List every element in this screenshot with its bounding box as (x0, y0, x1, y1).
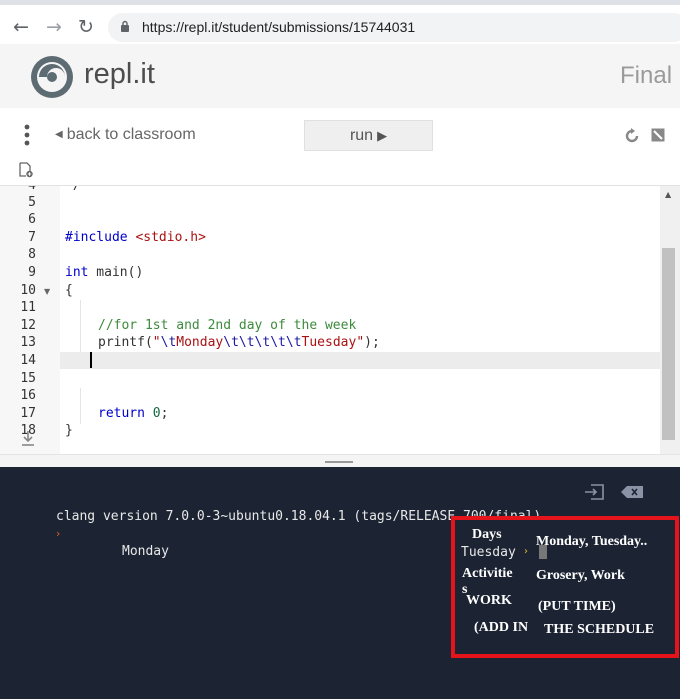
line-number: 8 (28, 247, 36, 262)
page-heading: Final P (620, 62, 680, 89)
back-to-classroom-link[interactable]: ◀ back to classroom (55, 126, 196, 144)
line-number: 13 (20, 335, 36, 350)
code-line: return 0; (98, 406, 169, 421)
replit-logo-icon[interactable] (29, 54, 75, 100)
play-icon: ▶ (377, 128, 388, 143)
lock-icon (121, 20, 129, 32)
schedule-overlay-box: Days Tuesday › Monday, Tuesday.. Activit… (451, 516, 679, 658)
indent-guide (80, 300, 81, 352)
code-line: } (65, 423, 73, 438)
code-editor[interactable]: 4 5 6 7 8 9 10 ▼ 11 12 13 14 15 16 17 18… (0, 186, 680, 454)
line-number: 9 (28, 265, 36, 280)
code-line: int main() (65, 265, 144, 280)
editor-scrollbar-thumb[interactable] (662, 248, 675, 440)
refresh-icon[interactable] (624, 128, 640, 144)
code-comment: //for 1st and 2nd day of the week (98, 318, 357, 333)
console-prompt-icon: › (524, 546, 528, 557)
splitter-handle[interactable] (325, 461, 353, 463)
active-line-highlight (60, 352, 660, 369)
tuesday-output: Tuesday (461, 545, 516, 560)
line-number: 12 (20, 318, 36, 333)
line-number: 16 (20, 388, 36, 403)
put-time-note: (PUT TIME) (538, 599, 616, 614)
back-link-label: back to classroom (66, 126, 196, 143)
days-value: Monday, Tuesday.. (536, 534, 648, 549)
the-schedule-note: THE SCHEDULE (544, 622, 655, 637)
console-clear-icon[interactable] (621, 486, 643, 498)
add-file-icon[interactable] (19, 162, 33, 178)
text-cursor (90, 352, 92, 368)
activities-value: Grosery, Work (536, 568, 625, 583)
download-icon[interactable] (21, 430, 35, 448)
code-line: #include <stdio.h> (65, 230, 206, 245)
browser-toolbar: ← → ↻ https://repl.it/student/submission… (0, 0, 680, 44)
scroll-up-arrow-icon[interactable]: ▲ (665, 190, 671, 199)
line-number: 10 (20, 283, 36, 298)
site-header: repl.it Final P (0, 44, 680, 108)
workspace-toolbar: ◀ back to classroom run ▶ (0, 108, 680, 186)
kebab-menu-icon[interactable] (23, 124, 31, 146)
console-prompt-icon: › (56, 527, 61, 540)
line-number: 4 (0, 186, 36, 193)
days-label: Days (472, 527, 502, 542)
run-button-label: run (349, 127, 374, 144)
activities-label: Activitie (462, 566, 513, 581)
back-arrow-icon[interactable]: ← (9, 15, 33, 39)
code-line: */ (65, 186, 81, 193)
code-line: { (65, 283, 73, 298)
caret-left-icon: ◀ (55, 129, 63, 140)
expand-icon[interactable] (651, 128, 665, 142)
line-number: 7 (28, 230, 36, 245)
reload-icon[interactable]: ↻ (74, 15, 98, 39)
console-enter-icon[interactable] (584, 484, 604, 500)
logo-text: repl.it (84, 58, 155, 90)
line-number: 17 (20, 406, 36, 421)
console-output-monday: Monday (122, 544, 169, 559)
line-number: 5 (28, 195, 36, 210)
add-in-note: (ADD IN (474, 620, 529, 635)
address-bar[interactable]: https://repl.it/student/submissions/1574… (108, 13, 680, 42)
line-number: 15 (20, 371, 36, 386)
pane-splitter[interactable] (0, 454, 680, 467)
url-text: https://repl.it/student/submissions/1574… (142, 19, 416, 35)
code-line: printf("\tMonday\t\t\t\t\tTuesday"); (98, 335, 380, 350)
work-label: WORK (466, 593, 512, 608)
fold-arrow-icon[interactable]: ▼ (44, 287, 50, 296)
indent-guide (80, 388, 81, 424)
line-number: 11 (20, 300, 36, 315)
line-number: 6 (28, 212, 36, 227)
run-button[interactable]: run ▶ (304, 120, 433, 151)
line-number-active: 14 (20, 353, 36, 368)
line-number-gutter: 4 5 6 7 8 9 10 ▼ 11 12 13 14 15 16 17 18 (0, 186, 60, 454)
forward-arrow-icon[interactable]: → (42, 15, 66, 39)
